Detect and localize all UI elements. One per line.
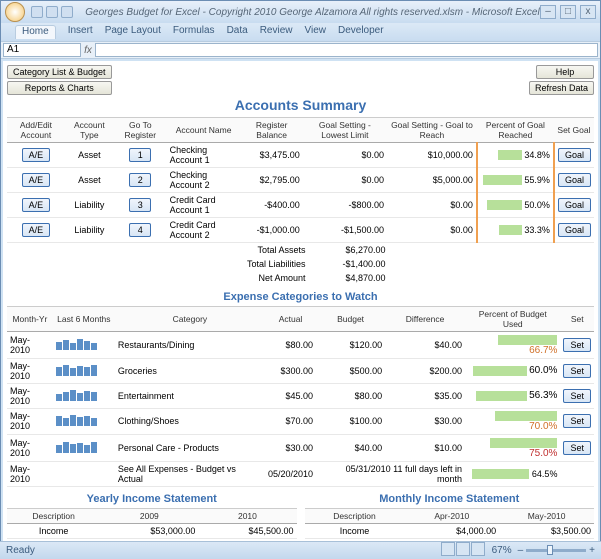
fx-icon[interactable]: fx — [81, 45, 95, 56]
help-button[interactable]: Help — [536, 65, 594, 79]
expense-row: May-2010 Entertainment $45.00 $80.00 $35… — [7, 383, 594, 408]
name-box[interactable]: A1 — [3, 43, 81, 57]
goto-register-button[interactable]: 4 — [129, 223, 151, 237]
zoom-level: 67% — [492, 545, 512, 556]
zoom-plus[interactable]: + — [589, 545, 595, 556]
goto-register-button[interactable]: 1 — [129, 148, 151, 162]
view-buttons[interactable] — [441, 542, 486, 559]
category-list-button[interactable]: Category List & Budget — [7, 65, 112, 79]
account-row: A/E Asset 1 Checking Account 1 $3,475.00… — [7, 143, 594, 168]
expense-row: May-2010 Groceries $300.00 $500.00 $200.… — [7, 358, 594, 383]
set-budget-button[interactable]: Set — [563, 414, 591, 428]
expenses-table: Month-YrLast 6 MonthsCategoryActualBudge… — [7, 306, 594, 487]
title-bar: Georges Budget for Excel - Copyright 201… — [1, 1, 600, 23]
qat-undo-icon[interactable] — [46, 6, 58, 18]
account-row: A/E Liability 4 Credit Card Account 2 -$… — [7, 218, 594, 243]
zoom-minus[interactable]: – — [518, 545, 524, 556]
account-row: A/E Liability 3 Credit Card Account 1 -$… — [7, 193, 594, 218]
goto-register-button[interactable]: 2 — [129, 173, 151, 187]
minimize-button[interactable]: – — [540, 5, 556, 19]
expense-row: May-2010 Personal Care - Products $30.00… — [7, 435, 594, 462]
set-goal-button[interactable]: Goal — [558, 198, 591, 212]
ribbon-tabs: Home Insert Page Layout Formulas Data Review V… — [1, 23, 600, 41]
close-button[interactable]: x — [580, 5, 596, 19]
accounts-table: Add/Edit AccountAccount TypeGo To Regist… — [7, 117, 594, 243]
ribbon-tab-data[interactable]: Data — [227, 25, 248, 39]
status-bar: Ready 67% – + — [0, 541, 601, 559]
qat-save-icon[interactable] — [31, 6, 43, 18]
formula-bar[interactable] — [95, 43, 598, 57]
window-title: Georges Budget for Excel - Copyright 201… — [85, 7, 540, 18]
add-edit-button[interactable]: A/E — [22, 148, 51, 162]
ribbon-tab-insert[interactable]: Insert — [68, 25, 93, 39]
add-edit-button[interactable]: A/E — [22, 173, 51, 187]
sparkline-chart — [56, 415, 112, 427]
set-goal-button[interactable]: Goal — [558, 148, 591, 162]
accounts-totals: Total Assets$6,270.00Total Liabilities-$… — [7, 243, 594, 285]
add-edit-button[interactable]: A/E — [22, 198, 51, 212]
add-edit-button[interactable]: A/E — [22, 223, 51, 237]
set-budget-button[interactable]: Set — [563, 364, 591, 378]
set-budget-button[interactable]: Set — [563, 389, 591, 403]
qat-redo-icon[interactable] — [61, 6, 73, 18]
ribbon-tab-formulas[interactable]: Formulas — [173, 25, 215, 39]
set-goal-button[interactable]: Goal — [558, 173, 591, 187]
ribbon-tab-review[interactable]: Review — [260, 25, 293, 39]
monthly-title: Monthly Income Statement — [305, 493, 595, 505]
quick-access-toolbar — [31, 6, 73, 18]
office-button[interactable] — [5, 2, 25, 22]
set-goal-button[interactable]: Goal — [558, 223, 591, 237]
formula-bar-row: A1 fx — [1, 41, 600, 59]
yearly-title: Yearly Income Statement — [7, 493, 297, 505]
expense-row: May-2010 Restaurants/Dining $80.00 $120.… — [7, 332, 594, 359]
sparkline-chart — [56, 339, 112, 351]
ribbon-tab-view[interactable]: View — [304, 25, 326, 39]
maximize-button[interactable]: □ — [560, 5, 576, 19]
ribbon-tab-home[interactable]: Home — [15, 25, 56, 39]
sparkline-chart — [56, 442, 112, 454]
expense-row: May-2010 Clothing/Shoes $70.00 $100.00 $… — [7, 408, 594, 435]
zoom-slider[interactable]: – + — [518, 545, 595, 556]
status-ready: Ready — [6, 545, 35, 556]
set-budget-button[interactable]: Set — [563, 338, 591, 352]
refresh-data-button[interactable]: Refresh Data — [529, 81, 594, 95]
ribbon-tab-page-layout[interactable]: Page Layout — [105, 25, 161, 39]
sparkline-chart — [56, 390, 112, 402]
sparkline-chart — [56, 365, 112, 377]
set-budget-button[interactable]: Set — [563, 441, 591, 455]
accounts-title: Accounts Summary — [7, 97, 594, 113]
account-row: A/E Asset 2 Checking Account 2 $2,795.00… — [7, 168, 594, 193]
expenses-title: Expense Categories to Watch — [7, 291, 594, 303]
goto-register-button[interactable]: 3 — [129, 198, 151, 212]
reports-charts-button[interactable]: Reports & Charts — [7, 81, 112, 95]
worksheet: Category List & Budget Reports & Charts … — [3, 61, 598, 551]
ribbon-tab-developer[interactable]: Developer — [338, 25, 384, 39]
